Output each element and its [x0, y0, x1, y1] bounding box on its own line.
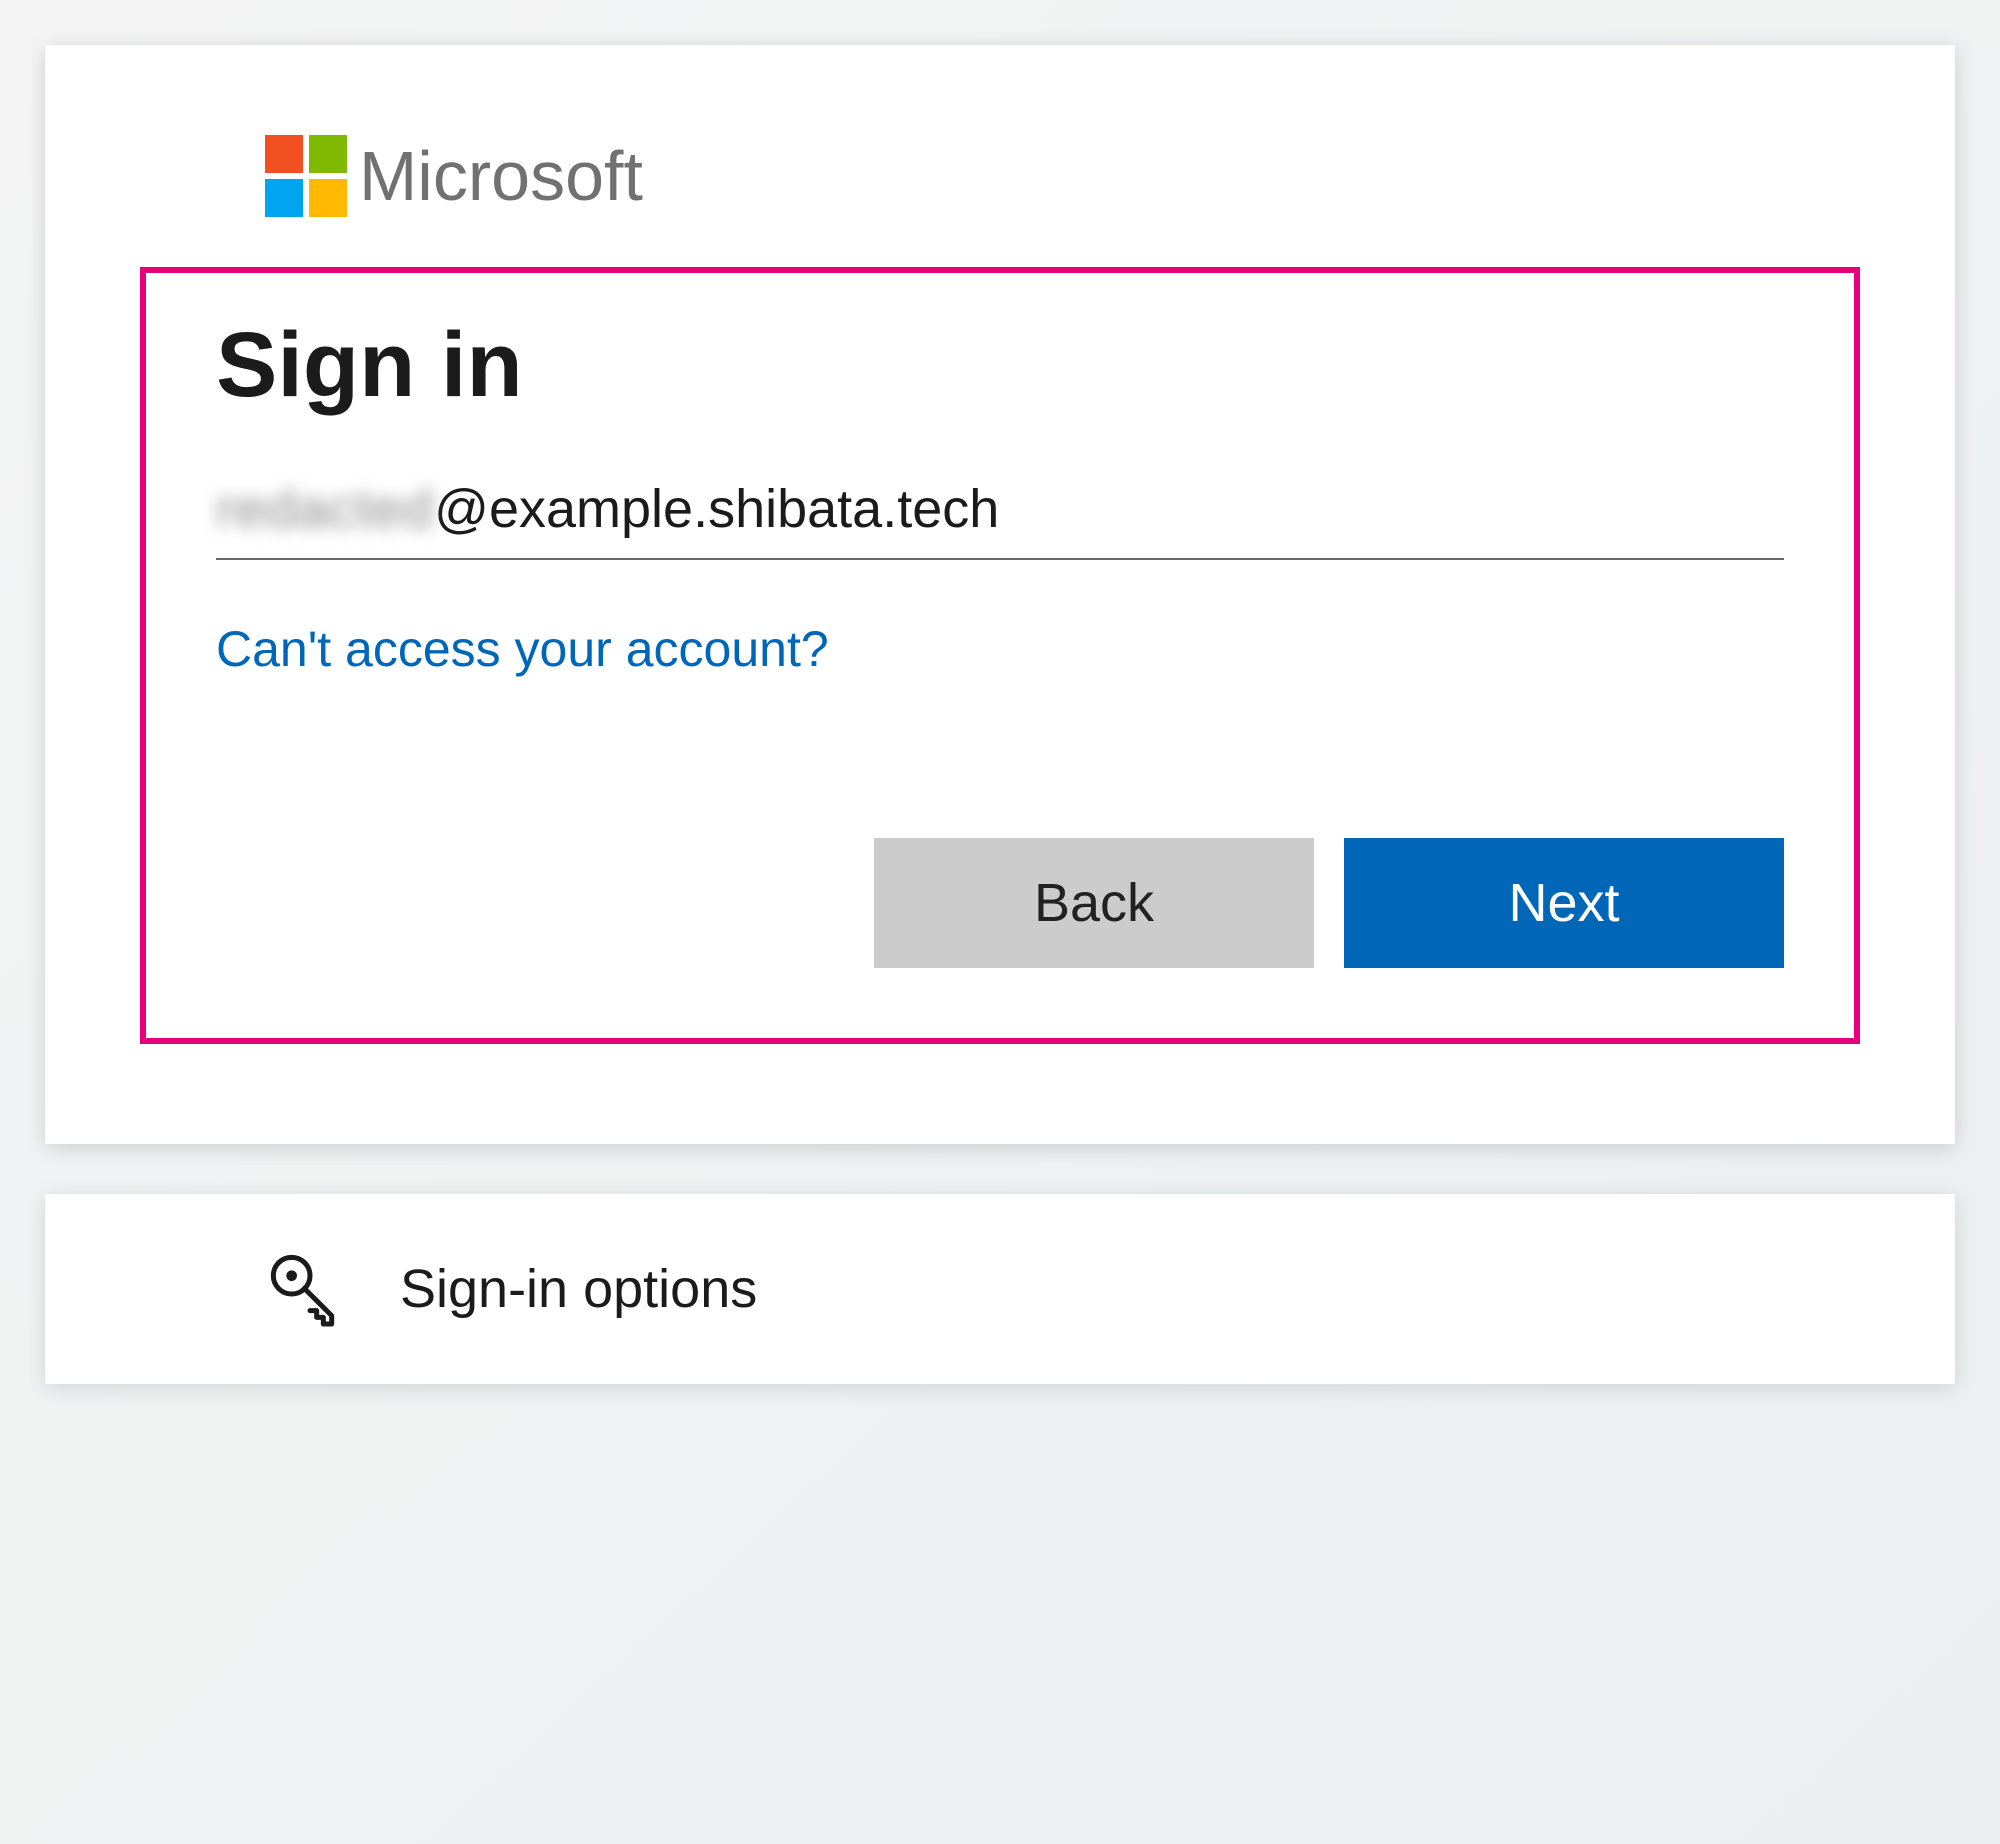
logo-row: Microsoft	[140, 135, 1860, 217]
page-title: Sign in	[216, 313, 1784, 418]
email-input[interactable]: redacted @example.shibata.tech	[216, 478, 1784, 560]
cant-access-account-link[interactable]: Can't access your account?	[216, 620, 829, 678]
signin-card: Microsoft Sign in redacted @example.shib…	[45, 45, 1955, 1144]
button-row: Back Next	[216, 838, 1784, 968]
next-button[interactable]: Next	[1344, 838, 1784, 968]
email-redacted-portion: redacted	[216, 478, 434, 540]
microsoft-logo-icon	[265, 135, 347, 217]
email-visible-portion: @example.shibata.tech	[434, 478, 999, 540]
back-button[interactable]: Back	[874, 838, 1314, 968]
signin-options-button[interactable]: Sign-in options	[45, 1194, 1955, 1384]
key-icon	[265, 1249, 345, 1329]
signin-options-label: Sign-in options	[400, 1258, 757, 1320]
highlighted-signin-area: Sign in redacted @example.shibata.tech C…	[140, 267, 1860, 1044]
brand-name: Microsoft	[359, 136, 643, 216]
